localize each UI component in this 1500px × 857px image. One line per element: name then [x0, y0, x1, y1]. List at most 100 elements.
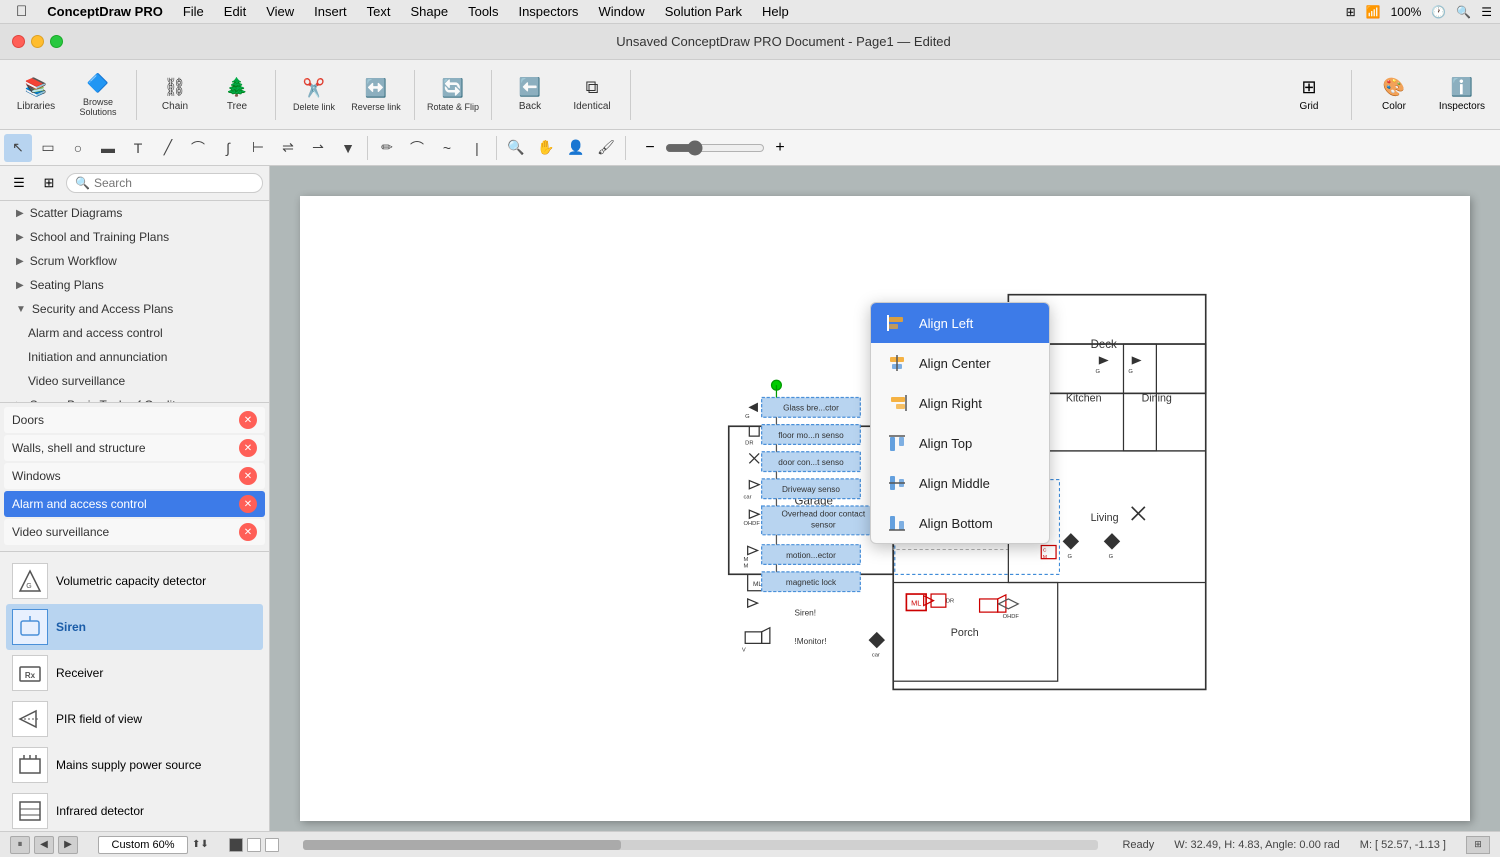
menu-edit[interactable]: Edit — [216, 2, 254, 21]
rotate-flip-button[interactable]: 🔄 Rotate & Flip — [425, 66, 481, 124]
minimize-button[interactable] — [31, 35, 44, 48]
menu-solution-park[interactable]: Solution Park — [657, 2, 750, 21]
delete-link-button[interactable]: ✂️ Delete link — [286, 66, 342, 124]
search-tool[interactable]: 🔍 — [502, 134, 530, 162]
category-seating[interactable]: ▶ Seating Plans — [0, 273, 269, 297]
menu-shape[interactable]: Shape — [403, 2, 457, 21]
color-button[interactable]: 🎨 Color — [1364, 66, 1424, 124]
page-scrollbar[interactable] — [303, 840, 1099, 850]
sidebar: ☰ ⊞ 🔍 ▶ Scatter Diagrams ▶ School and Tr… — [0, 166, 270, 831]
sidebar-list-view[interactable]: ☰ — [6, 170, 32, 196]
filter-remove-icon[interactable]: ✕ — [239, 523, 257, 541]
shape-item-infrared[interactable]: Infrared detector — [6, 788, 263, 831]
chain-button[interactable]: ⛓ Chain — [147, 66, 203, 124]
category-scatter[interactable]: ▶ Scatter Diagrams — [0, 201, 269, 225]
control-center-icon[interactable]: ☰ — [1481, 5, 1492, 19]
menu-inspectors[interactable]: Inspectors — [510, 2, 586, 21]
identical-button[interactable]: ⧉ Identical — [564, 66, 620, 124]
menu-text[interactable]: Text — [359, 2, 399, 21]
shape-item-pir[interactable]: PIR field of view — [6, 696, 263, 742]
back-button[interactable]: ⬅️ Back — [502, 66, 558, 124]
drawing-canvas[interactable]: Garage Deck Kitchen Dining Living — [300, 196, 1470, 821]
flow-tool[interactable]: ⇌ — [274, 134, 302, 162]
menu-window[interactable]: Window — [590, 2, 652, 21]
connector-tool[interactable]: ╱ — [154, 134, 182, 162]
category-seven-basic[interactable]: ▶ Seven Basic Tools of Quality — [0, 393, 269, 402]
close-button[interactable] — [12, 35, 25, 48]
pen-arc[interactable]: ⌒ — [403, 134, 431, 162]
shape-item-receiver[interactable]: Rx Receiver — [6, 650, 263, 696]
category-security[interactable]: ▼ Security and Access Plans — [0, 297, 269, 321]
pen-bezier[interactable]: ~ — [433, 134, 461, 162]
hand-tool[interactable]: ✋ — [532, 134, 560, 162]
grid-status-button[interactable]: ⊞ — [1466, 836, 1490, 854]
zoom-stepper[interactable]: ⬆⬇ — [192, 839, 209, 850]
pause-button[interactable]: ⏸ — [10, 836, 30, 854]
align-left-item[interactable]: Align Left — [871, 303, 1049, 343]
category-initiation[interactable]: Initiation and annunciation — [0, 345, 269, 369]
ortho-tool[interactable]: ⊢ — [244, 134, 272, 162]
browse-solutions-button[interactable]: 🔷 Browse Solutions — [70, 66, 126, 124]
menu-insert[interactable]: Insert — [306, 2, 355, 21]
smart-tool[interactable]: ⇀ — [304, 134, 332, 162]
menu-help[interactable]: Help — [754, 2, 797, 21]
svg-text:sensor: sensor — [811, 520, 836, 529]
tree-button[interactable]: 🌲 Tree — [209, 66, 265, 124]
filter-tag-video[interactable]: Video surveillance ✕ — [4, 519, 265, 545]
category-school[interactable]: ▶ School and Training Plans — [0, 225, 269, 249]
category-scrum[interactable]: ▶ Scrum Workflow — [0, 249, 269, 273]
page-dot-3[interactable] — [265, 838, 279, 852]
sidebar-grid-view[interactable]: ⊞ — [36, 170, 62, 196]
shape-item-mains[interactable]: Mains supply power source — [6, 742, 263, 788]
grid-button[interactable]: ⊞ Grid — [1279, 66, 1339, 124]
page-dot-2[interactable] — [247, 838, 261, 852]
prev-button[interactable]: ◀ — [34, 836, 54, 854]
zoom-slider[interactable] — [665, 140, 765, 156]
category-alarm[interactable]: Alarm and access control — [0, 321, 269, 345]
align-center-item[interactable]: Align Center — [871, 343, 1049, 383]
maximize-button[interactable] — [50, 35, 63, 48]
filter-remove-icon[interactable]: ✕ — [239, 467, 257, 485]
filter-tag-alarm[interactable]: Alarm and access control ✕ — [4, 491, 265, 517]
user-tool[interactable]: 👤 — [562, 134, 590, 162]
align-bottom-item[interactable]: Align Bottom — [871, 503, 1049, 543]
menu-file[interactable]: File — [175, 2, 212, 21]
canvas-area[interactable]: Garage Deck Kitchen Dining Living — [270, 166, 1500, 831]
filter-tag-windows[interactable]: Windows ✕ — [4, 463, 265, 489]
apple-menu[interactable]:  — [8, 1, 35, 22]
sidebar-search-input[interactable] — [94, 176, 254, 190]
filter-remove-icon[interactable]: ✕ — [239, 411, 257, 429]
rect-tool[interactable]: ▭ — [34, 134, 62, 162]
align-middle-item[interactable]: Align Middle — [871, 463, 1049, 503]
align-right-item[interactable]: Align Right — [871, 383, 1049, 423]
menu-tools[interactable]: Tools — [460, 2, 506, 21]
pen-straight[interactable]: | — [463, 134, 491, 162]
inspectors-button[interactable]: ℹ️ Inspectors — [1432, 66, 1492, 124]
filter-tag-doors[interactable]: Doors ✕ — [4, 407, 265, 433]
bezier-tool[interactable]: ∫ — [214, 134, 242, 162]
category-video[interactable]: Video surveillance — [0, 369, 269, 393]
play-button[interactable]: ▶ — [58, 836, 78, 854]
zoom-input[interactable] — [98, 836, 188, 854]
select-tool[interactable]: ↖ — [4, 134, 32, 162]
reverse-link-button[interactable]: ↔️ Reverse link — [348, 66, 404, 124]
filter-remove-icon[interactable]: ✕ — [239, 495, 257, 513]
more-tools[interactable]: ▼ — [334, 134, 362, 162]
process-tool[interactable]: ▬ — [94, 134, 122, 162]
filter-remove-icon[interactable]: ✕ — [239, 439, 257, 457]
page-dot-1[interactable] — [229, 838, 243, 852]
zoom-in-button[interactable]: + — [769, 137, 791, 159]
menu-view[interactable]: View — [258, 2, 302, 21]
libraries-button[interactable]: 📚 Libraries — [8, 66, 64, 124]
shape-item-siren[interactable]: Siren — [6, 604, 263, 650]
pencil-tool[interactable]: ✏ — [373, 134, 401, 162]
arc-tool[interactable]: ⌒ — [184, 134, 212, 162]
shape-item-volumetric[interactable]: G Volumetric capacity detector — [6, 558, 263, 604]
filter-tag-walls[interactable]: Walls, shell and structure ✕ — [4, 435, 265, 461]
zoom-out-button[interactable]: − — [639, 137, 661, 159]
text-tool[interactable]: T — [124, 134, 152, 162]
align-top-item[interactable]: Align Top — [871, 423, 1049, 463]
search-menubar-icon[interactable]: 🔍 — [1456, 5, 1471, 19]
ellipse-tool[interactable]: ○ — [64, 134, 92, 162]
brush-tool[interactable]: 🖌 — [592, 134, 620, 162]
